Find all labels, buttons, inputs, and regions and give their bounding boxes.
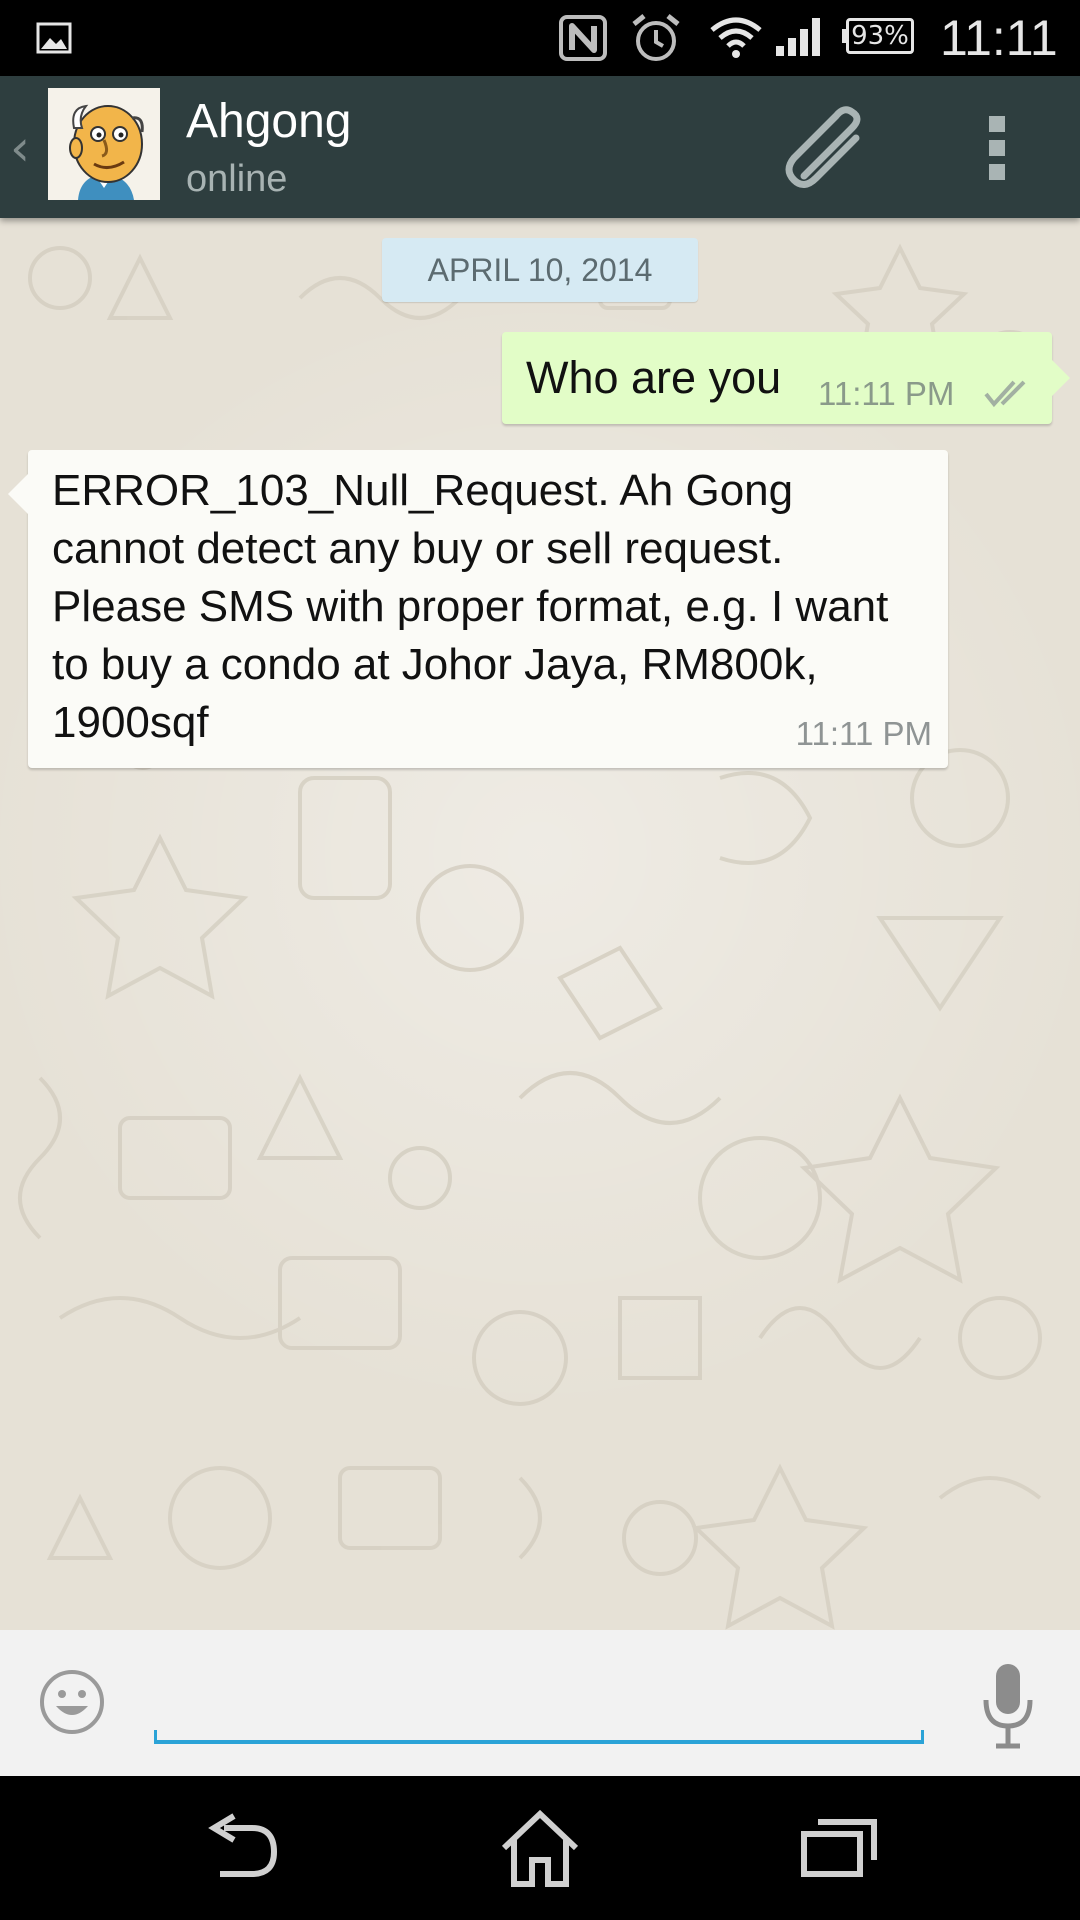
message-input[interactable] <box>154 1672 928 1744</box>
double-tick-icon <box>984 380 1026 408</box>
bubble-tail <box>1052 360 1070 396</box>
message-time: 11:11 PM <box>818 375 955 412</box>
battery-level: 93% <box>846 18 914 54</box>
avatar-cartoon-image <box>48 88 160 200</box>
recents-icon[interactable] <box>800 1816 878 1878</box>
back-icon[interactable] <box>200 1812 280 1882</box>
bubble-tail <box>8 474 28 514</box>
status-bar: 93% 11:11 <box>0 0 1080 76</box>
system-navigation-bar <box>0 1776 1080 1920</box>
status-time: 11:11 <box>940 10 1058 66</box>
microphone-icon[interactable] <box>980 1660 1036 1750</box>
message-time: 11:11 PM <box>795 715 932 752</box>
message-input-underline <box>154 1730 924 1744</box>
chat-wallpaper-doodles <box>18 243 1048 1630</box>
contact-name[interactable]: Ahgong <box>186 94 352 150</box>
overflow-menu-icon[interactable] <box>984 114 1010 182</box>
chat-area[interactable]: APRIL 10, 2014 Who are you 11:11 PM ERRO… <box>0 218 1080 1630</box>
nfc-icon <box>559 15 607 61</box>
back-chevron-icon[interactable]: ‹ <box>10 118 30 178</box>
battery-icon: 93% <box>842 18 918 56</box>
contact-status: online <box>186 158 288 200</box>
paperclip-icon[interactable] <box>782 106 872 190</box>
home-icon[interactable] <box>498 1808 582 1888</box>
signal-icon <box>776 18 820 56</box>
incoming-message-bubble[interactable]: ERROR_103_Null_Request. Ah Gong cannot d… <box>8 450 948 768</box>
wifi-icon <box>710 17 762 58</box>
emoji-icon[interactable] <box>38 1668 106 1736</box>
message-text: ERROR_103_Null_Request. Ah Gong cannot d… <box>52 466 889 747</box>
chat-header: ‹ Ahgong online <box>0 76 1080 218</box>
contact-avatar[interactable] <box>48 88 160 200</box>
composer-bar <box>0 1630 1080 1776</box>
outgoing-message-bubble[interactable]: Who are you 11:11 PM <box>502 332 1070 424</box>
message-text: Who are you <box>526 352 782 403</box>
gallery-notification-icon <box>36 22 72 54</box>
alarm-icon <box>632 14 680 61</box>
date-divider: APRIL 10, 2014 <box>382 238 698 302</box>
